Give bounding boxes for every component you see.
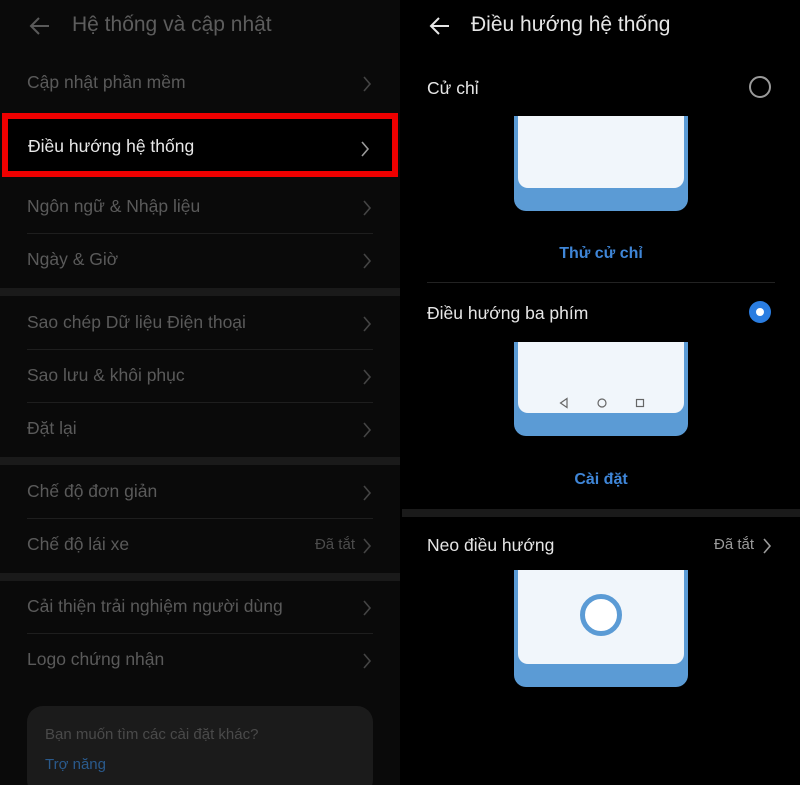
navigation-dock-value: Đã tắt bbox=[714, 536, 755, 553]
settings-item-label: Ngôn ngữ & Nhập liệu bbox=[27, 196, 201, 216]
navigation-dock-label: Neo điều hướng bbox=[427, 535, 555, 555]
settings-item-backup-restore[interactable]: Sao lưu & khôi phục bbox=[0, 351, 400, 403]
divider bbox=[427, 282, 775, 283]
settings-item-label: Chế độ đơn giản bbox=[27, 481, 158, 501]
settings-item-label: Cập nhật phần mềm bbox=[27, 72, 186, 92]
settings-item-label: Đặt lại bbox=[27, 418, 77, 438]
settings-item-driving-mode[interactable]: Chế độ lái xe Đã tắt bbox=[0, 520, 400, 572]
gesture-radio-icon[interactable] bbox=[749, 76, 771, 98]
settings-item-label: Cải thiện trải nghiệm người dùng bbox=[27, 596, 283, 616]
suggestion-question: Bạn muốn tìm các cài đặt khác? bbox=[45, 726, 259, 743]
chevron-right-icon bbox=[363, 422, 372, 438]
chevron-right-icon bbox=[363, 369, 372, 385]
settings-item-label: Sao chép Dữ liệu Điện thoại bbox=[27, 312, 246, 332]
settings-item-system-navigation[interactable]: Điều hướng hệ thống bbox=[2, 113, 398, 177]
page-title: Hệ thống và cập nhật bbox=[72, 13, 272, 36]
three-key-option-label[interactable]: Điều hướng ba phím bbox=[427, 303, 588, 324]
three-key-preview-image bbox=[514, 342, 688, 436]
settings-item-value: Đã tắt bbox=[314, 536, 355, 553]
section-gap bbox=[0, 457, 400, 465]
settings-item-label: Logo chứng nhận bbox=[27, 649, 165, 669]
chevron-right-icon bbox=[363, 538, 372, 554]
settings-button[interactable]: Cài đặt bbox=[402, 471, 800, 489]
settings-item-label: Chế độ lái xe bbox=[27, 534, 130, 554]
divider bbox=[27, 633, 373, 634]
three-key-radio-icon[interactable] bbox=[749, 301, 771, 323]
settings-item-label: Ngày & Giờ bbox=[27, 249, 119, 269]
settings-item-label: Sao lưu & khôi phục bbox=[27, 365, 185, 385]
back-arrow-icon[interactable] bbox=[28, 14, 52, 38]
nav-back-icon bbox=[559, 397, 568, 409]
settings-item-date-time[interactable]: Ngày & Giờ bbox=[0, 235, 400, 287]
chevron-right-icon bbox=[363, 316, 372, 332]
divider bbox=[27, 402, 373, 403]
gesture-option-label[interactable]: Cử chỉ bbox=[427, 78, 479, 99]
nav-home-icon bbox=[597, 398, 607, 408]
settings-item-label: Điều hướng hệ thống bbox=[28, 136, 195, 156]
chevron-right-icon bbox=[363, 200, 372, 216]
settings-item-simple-mode[interactable]: Chế độ đơn giản bbox=[0, 467, 400, 519]
try-gesture-button[interactable]: Thử cử chỉ bbox=[402, 245, 800, 263]
navigation-dock-preview-image bbox=[514, 570, 688, 687]
page-title: Điều hướng hệ thống bbox=[471, 13, 671, 36]
settings-item-certification-logo[interactable]: Logo chứng nhận bbox=[0, 635, 400, 687]
chevron-right-icon bbox=[363, 653, 372, 669]
chevron-right-icon bbox=[363, 76, 372, 92]
section-gap bbox=[0, 573, 400, 581]
settings-item-phone-clone[interactable]: Sao chép Dữ liệu Điện thoại bbox=[0, 298, 400, 350]
suggestion-card: Bạn muốn tìm các cài đặt khác? Trợ năng bbox=[27, 706, 373, 785]
chevron-right-icon bbox=[363, 485, 372, 501]
chevron-right-icon bbox=[361, 141, 370, 157]
left-header: Hệ thống và cập nhật bbox=[0, 0, 400, 56]
divider bbox=[27, 518, 373, 519]
nav-recents-icon bbox=[635, 398, 645, 408]
settings-item-user-experience[interactable]: Cải thiện trải nghiệm người dùng bbox=[0, 582, 400, 634]
dock-ring-icon bbox=[580, 594, 622, 636]
chevron-right-icon bbox=[363, 253, 372, 269]
settings-item-software-update[interactable]: Cập nhật phần mềm bbox=[0, 58, 400, 110]
phone-screen bbox=[518, 570, 684, 664]
phone-screen bbox=[518, 342, 684, 413]
chevron-right-icon bbox=[763, 538, 772, 554]
chevron-right-icon bbox=[363, 600, 372, 616]
gesture-preview-image bbox=[514, 116, 688, 211]
settings-item-reset[interactable]: Đặt lại bbox=[0, 404, 400, 456]
settings-item-language-input[interactable]: Ngôn ngữ & Nhập liệu bbox=[0, 182, 400, 234]
section-gap bbox=[402, 509, 800, 517]
section-gap bbox=[0, 288, 400, 296]
divider bbox=[27, 233, 373, 234]
phone-screen bbox=[518, 116, 684, 188]
accessibility-link[interactable]: Trợ năng bbox=[45, 756, 106, 773]
right-panel: Điều hướng hệ thống Cử chỉ Thử cử chỉ Đi… bbox=[402, 0, 800, 785]
left-panel: Hệ thống và cập nhật Cập nhật phần mềm Đ… bbox=[0, 0, 400, 785]
divider bbox=[27, 349, 373, 350]
back-arrow-icon[interactable] bbox=[428, 14, 452, 38]
